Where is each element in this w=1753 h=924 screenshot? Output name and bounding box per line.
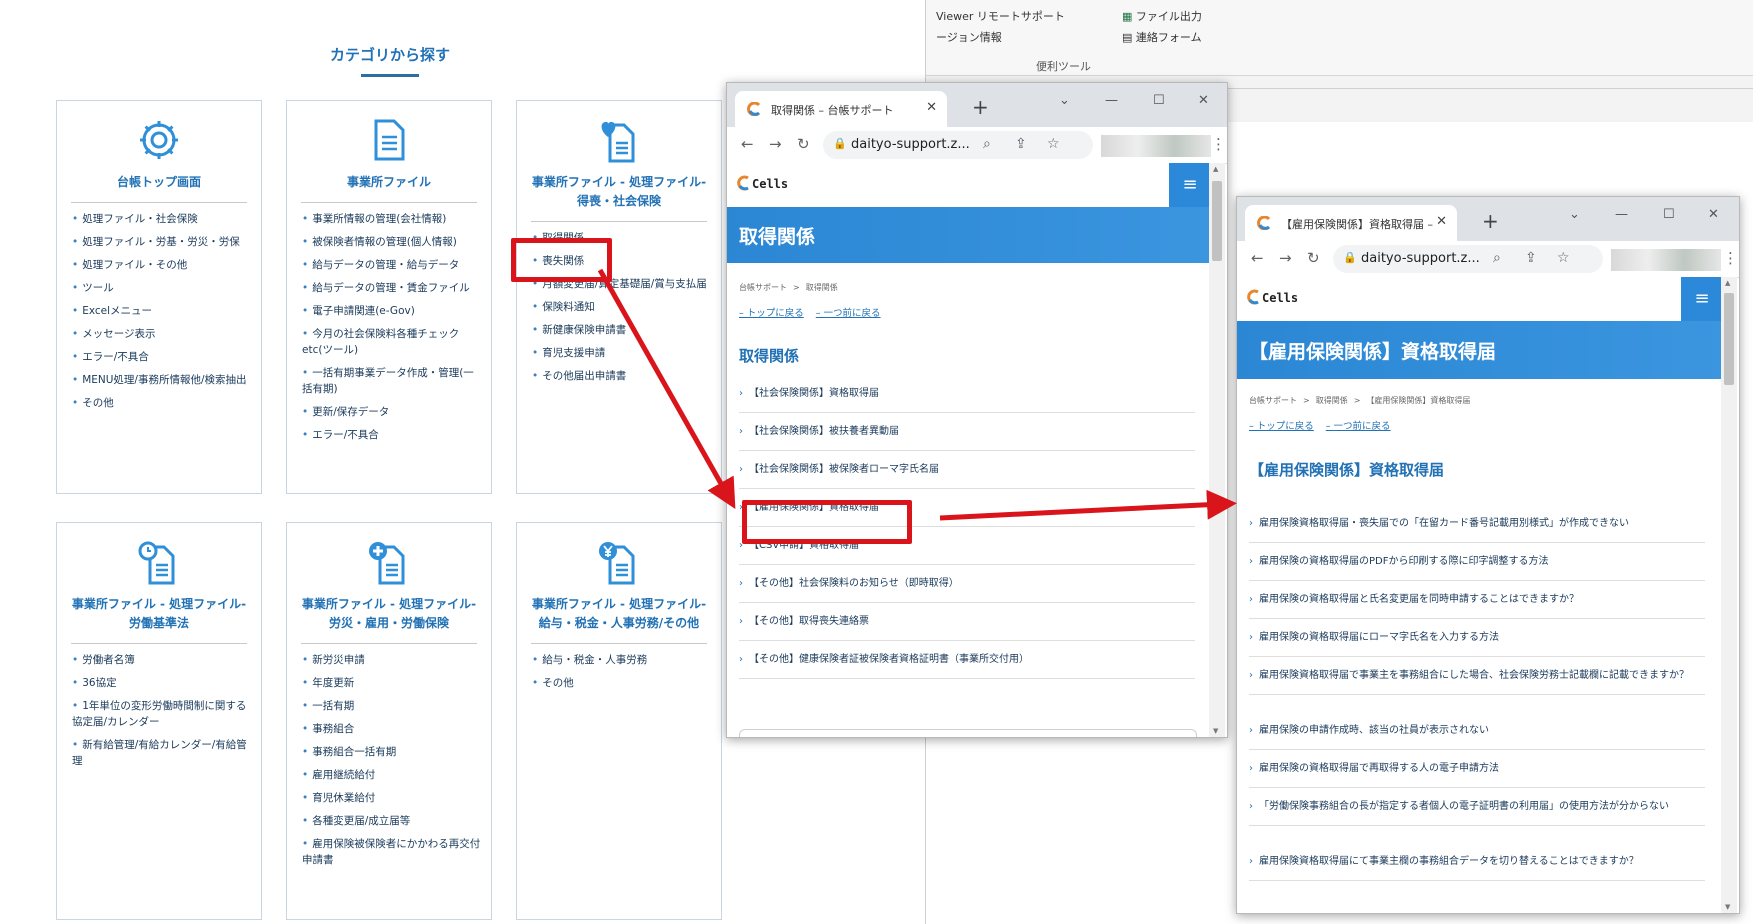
arrow-to-first-window bbox=[597, 268, 736, 510]
arrow-to-second-window bbox=[939, 489, 1237, 521]
annotation-arrows bbox=[597, 268, 1237, 521]
